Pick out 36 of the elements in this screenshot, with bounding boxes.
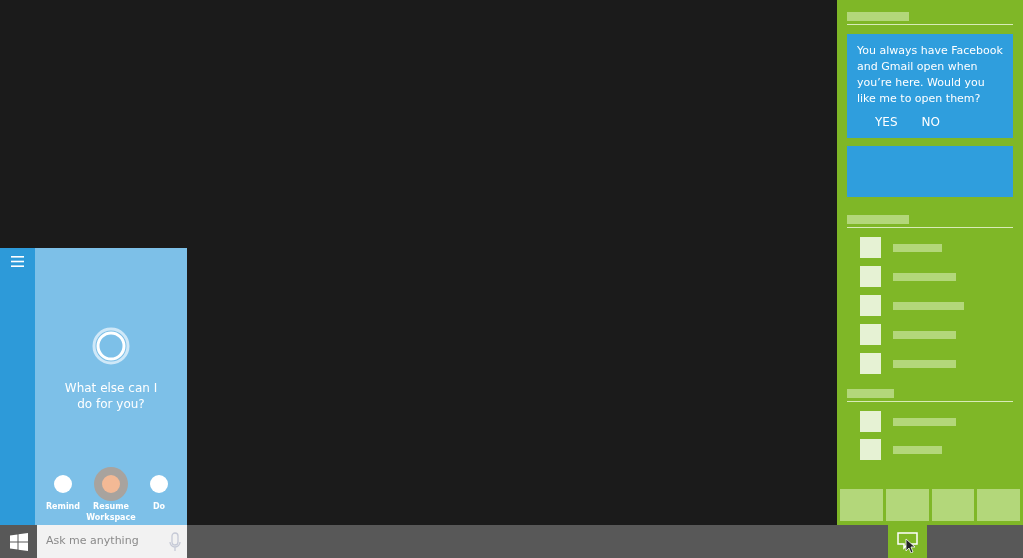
suggestion-text: You always have Facebook and Gmail open when you’re here. Would you like me to open them? xyxy=(857,43,1003,107)
placeholder-bar xyxy=(893,243,942,252)
placeholder-bar xyxy=(893,272,956,281)
quick-action-tile[interactable] xyxy=(885,489,929,521)
placeholder-tile xyxy=(860,411,881,432)
placeholder-tile xyxy=(860,324,881,345)
quick-action-tile[interactable] xyxy=(977,489,1020,521)
action-button[interactable]: Do xyxy=(135,467,183,523)
search-input[interactable]: Ask me anything xyxy=(46,533,169,550)
placeholder-tile xyxy=(860,266,881,287)
placeholder-bar xyxy=(893,417,956,426)
microphone-icon[interactable] xyxy=(169,531,181,552)
quick-action-tile[interactable] xyxy=(931,489,975,521)
placeholder-heading xyxy=(847,215,909,224)
placeholder-tile xyxy=(860,353,881,374)
action-center-button[interactable] xyxy=(888,525,927,558)
action-button[interactable]: Remind xyxy=(39,467,87,523)
placeholder-bar xyxy=(893,301,964,310)
message-cursor-icon xyxy=(895,530,920,553)
placeholder-tile xyxy=(860,295,881,316)
placeholder-tile xyxy=(860,237,881,258)
prompt-text: What else can I do for you? xyxy=(63,380,159,412)
search-field[interactable]: Ask me anything xyxy=(37,525,187,558)
quick-action-tile[interactable] xyxy=(840,489,883,521)
placeholder-tile xyxy=(860,439,881,460)
cortana-ring-icon xyxy=(92,327,130,365)
answer-button[interactable]: YES xyxy=(869,111,904,133)
placeholder-bar xyxy=(893,359,956,368)
placeholder-heading xyxy=(847,389,894,398)
answer-button[interactable]: NO xyxy=(915,111,946,133)
placeholder-heading xyxy=(847,12,909,21)
menu-icon[interactable] xyxy=(11,256,24,267)
placeholder-bar xyxy=(893,445,942,454)
action-button[interactable]: Resume Workspace xyxy=(87,467,135,523)
placeholder-bar xyxy=(893,330,956,339)
windows-icon xyxy=(9,532,28,551)
